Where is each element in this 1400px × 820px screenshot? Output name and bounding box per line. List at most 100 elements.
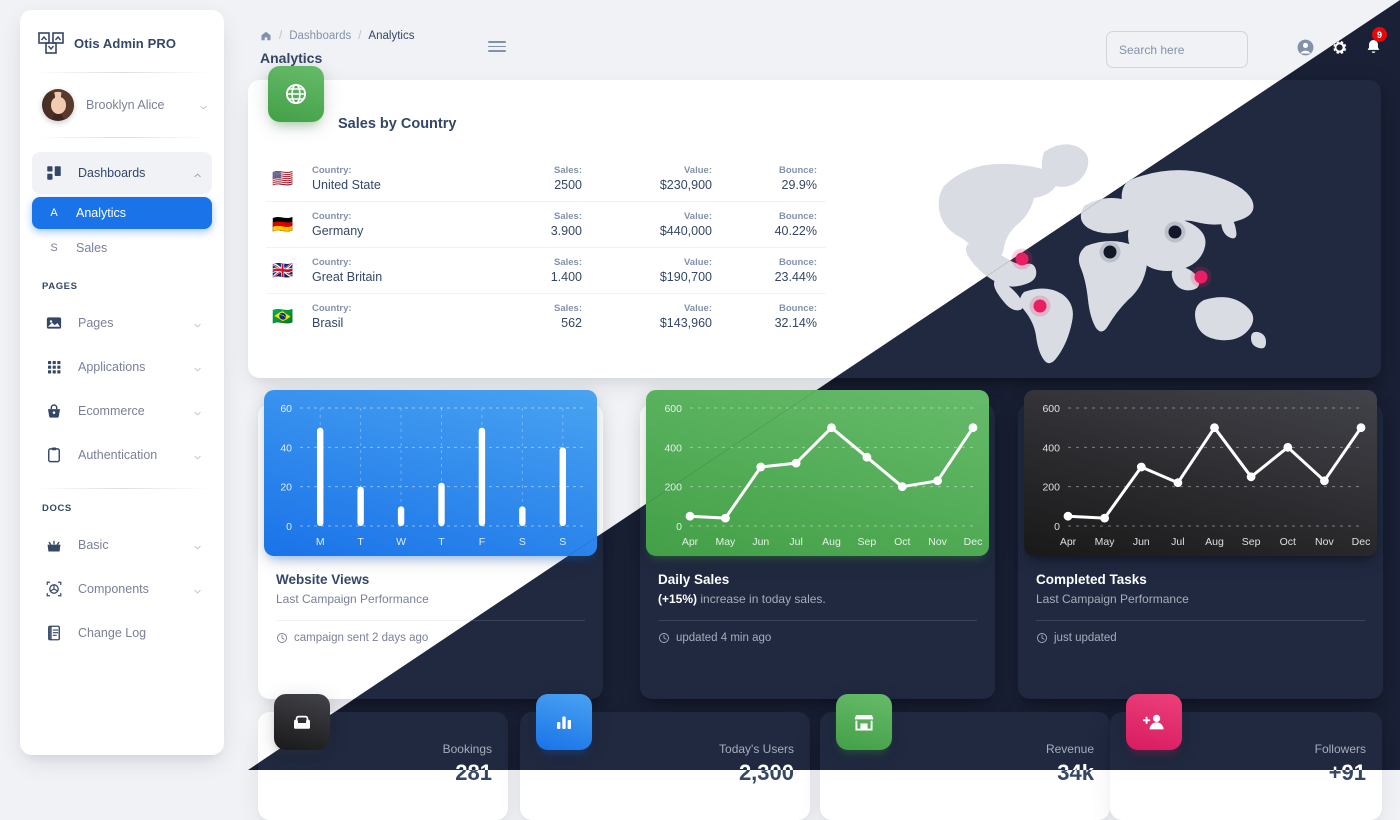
svg-text:W: W bbox=[396, 536, 406, 548]
sidebar-item-label: Basic bbox=[78, 538, 109, 552]
cell-value: $440,000 bbox=[659, 224, 712, 238]
avatar bbox=[42, 89, 74, 121]
hamburger-icon[interactable] bbox=[488, 38, 506, 55]
pin-russia[interactable] bbox=[1168, 225, 1182, 239]
svg-text:Dec: Dec bbox=[1352, 536, 1371, 548]
svg-text:Aug: Aug bbox=[822, 536, 841, 548]
bar-chart-icon bbox=[536, 694, 592, 750]
sidebar-subitem-label: Analytics bbox=[76, 206, 127, 220]
svg-text:Oct: Oct bbox=[894, 536, 910, 548]
chart-subtitle-highlight: (+15%) bbox=[658, 592, 698, 606]
flag-brasil: 🇧🇷 bbox=[272, 307, 294, 326]
svg-text:0: 0 bbox=[1054, 521, 1060, 533]
sidebar-item-basic[interactable]: Basic bbox=[32, 524, 212, 566]
cell-value: 32.14% bbox=[774, 316, 817, 330]
sidebar-item-ecommerce[interactable]: Ecommerce bbox=[32, 390, 212, 432]
cell-value: $230,900 bbox=[659, 178, 712, 192]
cell-value: 23.44% bbox=[774, 270, 817, 284]
breadcrumb-parent[interactable]: Dashboards bbox=[289, 30, 351, 42]
clock-icon bbox=[1036, 632, 1048, 644]
bell-icon[interactable]: 9 bbox=[1364, 27, 1387, 56]
search-input[interactable] bbox=[1107, 32, 1247, 67]
svg-text:400: 400 bbox=[1042, 442, 1060, 454]
breadcrumb-separator: / bbox=[358, 30, 362, 42]
sidebar-section-title: DOCS bbox=[42, 503, 72, 514]
stat-label: Today's Users bbox=[719, 742, 794, 756]
chart-footer-text: updated 4 min ago bbox=[676, 632, 772, 644]
cell-value: 2500 bbox=[554, 178, 582, 192]
otis-logo-icon bbox=[38, 32, 64, 54]
sidebar-item-applications[interactable]: Applications bbox=[32, 346, 212, 388]
country-table: 🇺🇸 Country: United State Sales: 2500 Value: $2… bbox=[266, 156, 826, 339]
chevron-down-icon bbox=[192, 362, 202, 372]
apps-grid-icon bbox=[42, 355, 66, 379]
home-icon[interactable] bbox=[260, 30, 272, 42]
svg-text:Apr: Apr bbox=[682, 536, 699, 548]
table-cell: Sales: 562 bbox=[472, 303, 582, 330]
svg-text:Jul: Jul bbox=[789, 536, 802, 548]
svg-text:F: F bbox=[479, 536, 485, 548]
svg-text:M: M bbox=[316, 536, 325, 548]
pin-south-america[interactable] bbox=[1033, 299, 1047, 313]
chart-subtitle-rest: increase in today sales. bbox=[697, 592, 826, 606]
svg-text:0: 0 bbox=[676, 521, 682, 533]
search-box[interactable] bbox=[1106, 31, 1248, 68]
svg-text:60: 60 bbox=[280, 403, 292, 415]
chart-plot-website-views[interactable]: 0 20 40 60 M T W T F S S bbox=[264, 390, 597, 556]
svg-text:0: 0 bbox=[286, 521, 292, 533]
svg-text:Jul: Jul bbox=[1171, 536, 1184, 548]
chevron-down-icon bbox=[198, 100, 208, 110]
chart-card-completed-tasks: 0 200 400 600 Apr May Jun Jul Aug Sep Oct Nov Dec Com… bbox=[1018, 390, 1383, 699]
svg-text:T: T bbox=[438, 536, 445, 548]
column-header: Sales: bbox=[554, 257, 582, 268]
chart-footer-text: campaign sent 2 days ago bbox=[294, 632, 429, 644]
pin-europe[interactable] bbox=[1103, 245, 1117, 259]
svg-text:Aug: Aug bbox=[1205, 536, 1224, 548]
sidebar-item-components[interactable]: Components bbox=[32, 568, 212, 610]
chevron-down-icon bbox=[192, 318, 202, 328]
column-header: Sales: bbox=[554, 211, 582, 222]
chart-card-body: Daily Sales (+15%) increase in today sale… bbox=[640, 572, 995, 644]
sidebar-item-authentication[interactable]: Authentication bbox=[32, 434, 212, 476]
svg-text:Apr: Apr bbox=[1060, 536, 1077, 548]
table-row[interactable]: 🇺🇸 Country: United State Sales: 2500 Value: $2… bbox=[266, 156, 826, 202]
sidebar-section-title: PAGES bbox=[42, 281, 78, 292]
cell-value: $143,960 bbox=[659, 316, 712, 330]
chevron-down-icon bbox=[192, 540, 202, 550]
sidebar-item-change-log[interactable]: Change Log bbox=[32, 612, 212, 654]
svg-text:400: 400 bbox=[664, 442, 682, 454]
sidebar-item-pages[interactable]: Pages bbox=[32, 302, 212, 344]
cell-value: 1.400 bbox=[550, 270, 582, 284]
column-header: Value: bbox=[684, 165, 712, 176]
divider bbox=[34, 137, 210, 138]
table-row[interactable]: 🇧🇷Country:BrasilSales:562Value:$143,960B… bbox=[266, 294, 826, 339]
clock-icon bbox=[276, 632, 288, 644]
column-header: Sales: bbox=[554, 303, 582, 314]
table-cell: Value: $230,900 bbox=[582, 165, 712, 192]
sidebar-subitem-sales[interactable]: S Sales bbox=[32, 232, 212, 264]
sidebar-item-dashboards[interactable]: Dashboards bbox=[32, 152, 212, 194]
brand[interactable]: Otis Admin PRO bbox=[20, 10, 224, 72]
sidebar-subitem-label: Sales bbox=[76, 241, 108, 255]
sidebar-subitem-analytics[interactable]: A Analytics bbox=[32, 197, 212, 229]
cell-value: Brasil bbox=[312, 316, 344, 330]
svg-text:20: 20 bbox=[280, 482, 292, 494]
app-root: Otis Admin PRO Brooklyn Alice Dashboards A A… bbox=[0, 0, 1400, 820]
chevron-down-icon bbox=[192, 450, 202, 460]
pin-asia[interactable] bbox=[1194, 270, 1208, 284]
column-header: Bounce: bbox=[779, 303, 817, 314]
box-open-icon bbox=[42, 533, 66, 557]
table-row[interactable]: 🇩🇪 Country: Germany Sales: 3.900 Value: $440,0… bbox=[266, 202, 826, 248]
table-row[interactable]: 🇬🇧Country:Great BritainSales:1.400Value:… bbox=[266, 248, 826, 294]
svg-text:May: May bbox=[1095, 536, 1116, 548]
notification-badge: 9 bbox=[1372, 27, 1387, 42]
chart-plot-completed-tasks[interactable]: 0 200 400 600 Apr May Jun Jul Aug Sep Oct Nov Dec bbox=[1024, 390, 1377, 556]
chevron-down-icon bbox=[192, 584, 202, 594]
stat-label: Bookings bbox=[442, 742, 492, 756]
sidebar-subitem-initial: A bbox=[50, 207, 58, 219]
account-circle-icon[interactable] bbox=[1296, 38, 1314, 56]
table-cell: Bounce: 29.9% bbox=[712, 165, 817, 192]
cell-value: $190,700 bbox=[659, 270, 712, 284]
chart-footer-text: just updated bbox=[1054, 632, 1117, 644]
sidebar-user[interactable]: Brooklyn Alice bbox=[20, 73, 224, 137]
